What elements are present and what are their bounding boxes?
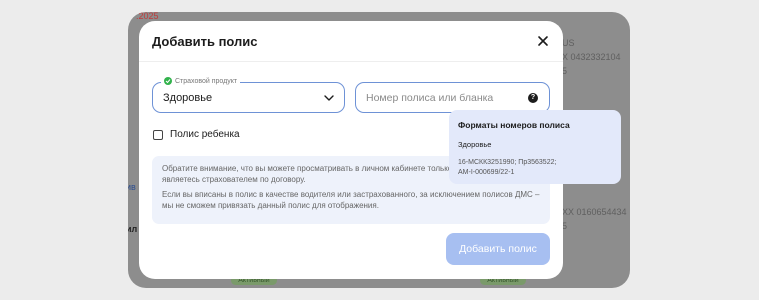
tooltip-example-line: АМ-I-000699/22-1 [458, 169, 515, 176]
background-text: XX 0160654434 [562, 207, 627, 217]
tooltip-subtitle: Здоровье [458, 140, 492, 149]
tooltip-example-line: 16-МСКК3251990; Пр3563522; [458, 159, 557, 166]
close-icon[interactable] [534, 32, 552, 50]
background-text: X 0432332104 [562, 52, 621, 62]
background-text: ив [128, 182, 136, 192]
insurance-product-select[interactable]: Страховой продукт Здоровье [152, 77, 345, 113]
help-icon[interactable]: ? [528, 93, 538, 103]
select-value: Здоровье [163, 92, 213, 104]
policy-format-tooltip: Форматы номеров полиса Здоровье 16-МСКК3… [449, 110, 621, 184]
select-legend-label: Страховой продукт [175, 77, 238, 85]
policy-number-input[interactable] [355, 82, 550, 113]
tooltip-body: 16-МСКК3251990; Пр3563522; АМ-I-000699/2… [458, 158, 612, 178]
background-date: .2025 [136, 12, 159, 21]
child-policy-checkbox[interactable] [153, 129, 163, 140]
info-paragraph: Если вы вписаны в полис в качестве водит… [162, 190, 540, 210]
tooltip-title: Форматы номеров полиса [458, 120, 570, 130]
child-policy-checkbox-row[interactable]: Полис ребенка [153, 129, 240, 140]
modal-title: Добавить полис [152, 34, 258, 49]
child-policy-label: Полис ребенка [170, 129, 240, 140]
add-policy-button[interactable]: Добавить полис [446, 233, 550, 265]
modal-divider [139, 61, 563, 62]
close-button[interactable] [534, 32, 552, 50]
select-legend: Страховой продукт [161, 77, 241, 85]
background-text: US [562, 38, 575, 48]
chevron-down-icon[interactable] [323, 93, 335, 103]
background-text: ил [128, 224, 138, 234]
check-circle-icon [164, 77, 172, 85]
